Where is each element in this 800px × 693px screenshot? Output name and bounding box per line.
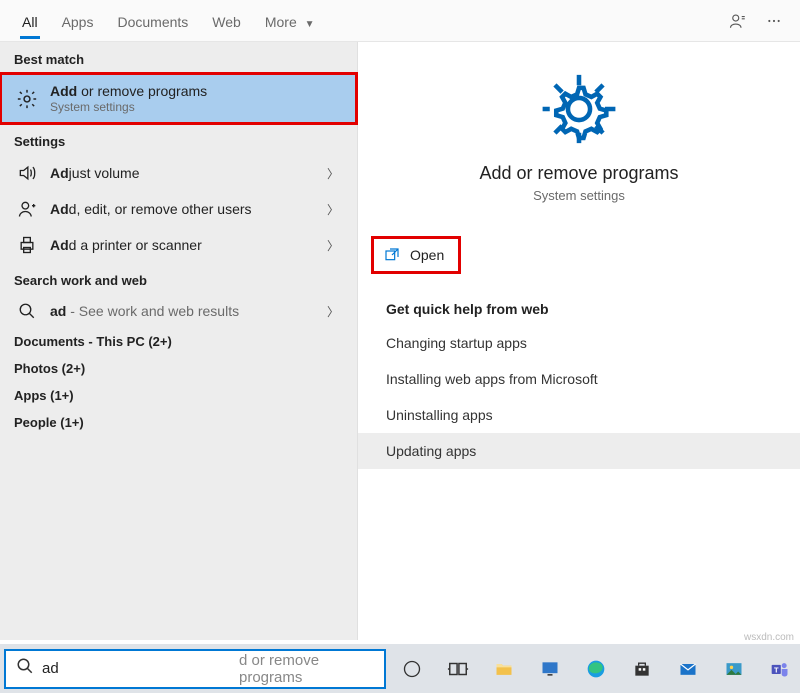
watermark: wsxdn.com [744, 632, 794, 643]
taskbar: d or remove programs T [0, 644, 800, 693]
mail-icon[interactable] [668, 649, 708, 689]
open-label: Open [410, 247, 444, 263]
search-box[interactable]: d or remove programs [4, 649, 386, 689]
detail-title: Add or remove programs [479, 163, 678, 184]
result-add-user[interactable]: Add, edit, or remove other users 〉 [0, 191, 357, 227]
help-install-web-apps[interactable]: Installing web apps from Microsoft [358, 361, 800, 397]
chevron-right-icon: 〉 [321, 303, 345, 320]
tab-more-label: More [265, 14, 297, 30]
category-documents[interactable]: Documents - This PC (2+) [0, 328, 357, 355]
help-heading: Get quick help from web [358, 279, 800, 325]
result-add-printer[interactable]: Add a printer or scanner 〉 [0, 227, 357, 263]
search-ghost-text: d or remove programs [239, 652, 374, 686]
open-icon [384, 247, 400, 263]
help-uninstall-apps[interactable]: Uninstalling apps [358, 397, 800, 433]
more-options-icon[interactable] [758, 5, 790, 37]
category-apps[interactable]: Apps (1+) [0, 382, 357, 409]
search-filter-tabs: All Apps Documents Web More ▼ [0, 0, 800, 42]
search-icon [14, 302, 40, 320]
open-button[interactable]: Open [374, 239, 458, 271]
section-best-match: Best match [0, 42, 357, 73]
tab-more[interactable]: More ▼ [253, 4, 327, 38]
results-list: Best match Add or remove programs System… [0, 42, 358, 640]
category-photos[interactable]: Photos (2+) [0, 355, 357, 382]
category-people[interactable]: People (1+) [0, 409, 357, 436]
tab-web[interactable]: Web [200, 4, 253, 38]
result-web-search[interactable]: ad - See work and web results 〉 [0, 294, 357, 328]
help-startup-apps[interactable]: Changing startup apps [358, 325, 800, 361]
svg-text:T: T [774, 665, 779, 674]
cortana-icon[interactable] [392, 649, 432, 689]
monitor-icon[interactable] [530, 649, 570, 689]
result-adjust-volume[interactable]: Adjust volume 〉 [0, 155, 357, 191]
user-icon [14, 199, 40, 219]
section-search-web: Search work and web [0, 263, 357, 294]
detail-pane: Add or remove programs System settings O… [358, 42, 800, 640]
result-title: Add or remove programs System settings [40, 83, 345, 114]
search-input[interactable] [42, 660, 241, 677]
tab-apps[interactable]: Apps [50, 4, 106, 38]
tab-documents[interactable]: Documents [105, 4, 200, 38]
chevron-down-icon: ▼ [305, 19, 315, 30]
search-icon [16, 657, 34, 680]
file-explorer-icon[interactable] [484, 649, 524, 689]
printer-icon [14, 235, 40, 255]
photos-icon[interactable] [714, 649, 754, 689]
section-settings: Settings [0, 124, 357, 155]
detail-subtitle: System settings [533, 188, 625, 203]
task-view-icon[interactable] [438, 649, 478, 689]
feedback-icon[interactable] [722, 5, 754, 37]
chevron-right-icon: 〉 [321, 165, 345, 182]
store-icon[interactable] [622, 649, 662, 689]
volume-icon [14, 163, 40, 183]
help-updating-apps[interactable]: Updating apps [358, 433, 800, 469]
gear-icon [14, 88, 40, 110]
teams-icon[interactable]: T [760, 649, 800, 689]
edge-icon[interactable] [576, 649, 616, 689]
gear-large-icon [540, 70, 618, 153]
chevron-right-icon: 〉 [321, 201, 345, 218]
result-add-remove-programs[interactable]: Add or remove programs System settings [0, 73, 357, 124]
chevron-right-icon: 〉 [321, 237, 345, 254]
tab-all[interactable]: All [10, 4, 50, 38]
